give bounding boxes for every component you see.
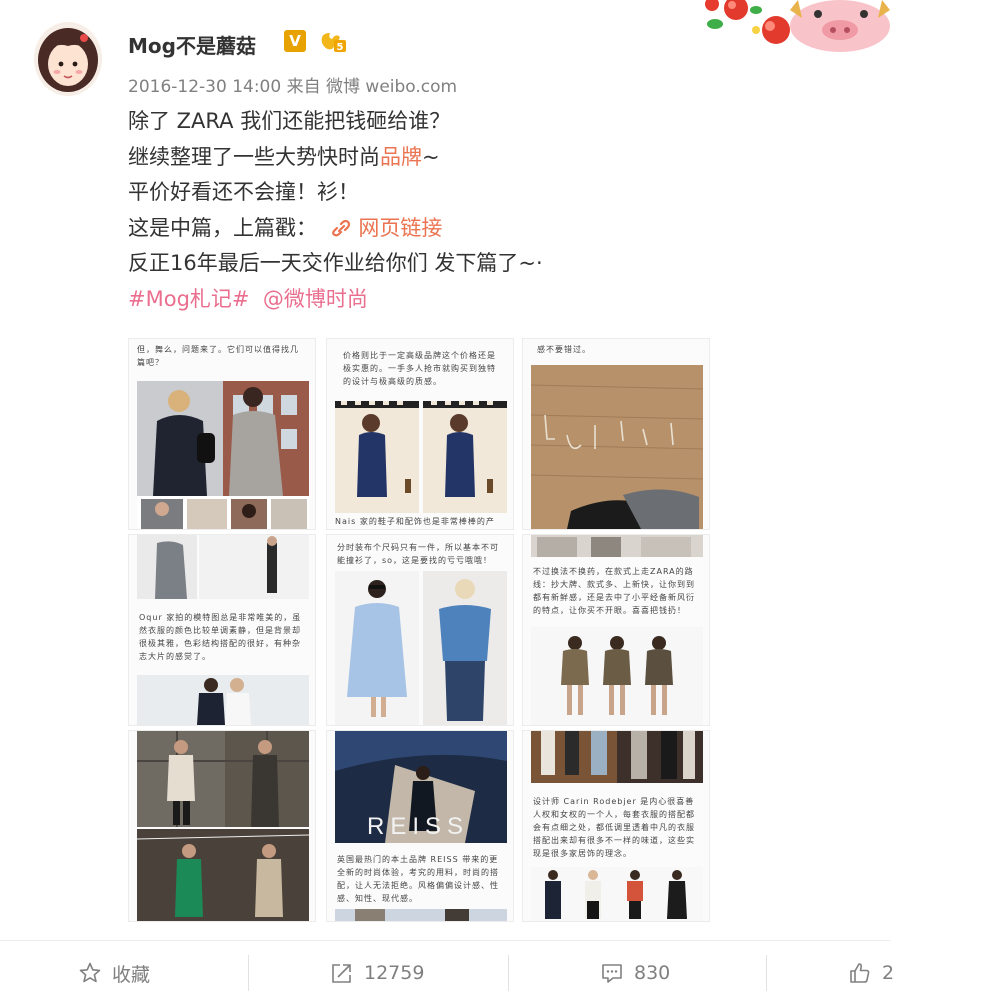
level-badge-icon[interactable]: 5	[318, 31, 348, 53]
post-line-6: #Mog札记# @微博时尚	[128, 282, 688, 318]
footer-divider	[0, 940, 890, 941]
post-timestamp[interactable]: 2016-12-30 14:00	[128, 77, 281, 97]
thumbs-up-icon	[850, 963, 870, 983]
weibo-post-card: Mog不是蘑菇 V 5 2016-12-30 14:00 来自 微博 weibo…	[0, 0, 1000, 1000]
comment-icon	[602, 964, 622, 983]
image-caption: Nais 家的鞋子和配饰也是非常棒棒的产	[335, 517, 495, 526]
image-caption: 价格则比于一定高级品牌这个价格还是极实惠的。一手多人抢市就购买到独特的设计与极高…	[343, 351, 496, 386]
image-tile-7[interactable]	[128, 730, 316, 922]
post-line-2-tail: ~	[422, 144, 440, 169]
footer-separator	[248, 955, 249, 991]
verified-badge[interactable]: V	[284, 30, 306, 52]
post-line-2-text: 继续整理了一些大势快时尚	[128, 144, 380, 169]
favorite-label: 收藏	[112, 963, 151, 986]
image-caption: 英国最热门的本土品牌 REISS 带来的更全新的时尚体验，考究的用料，时尚的搭配…	[337, 855, 499, 903]
fashion-photo-icon	[137, 535, 309, 599]
favorite-button[interactable]: 收藏	[78, 958, 150, 988]
image-tile-6[interactable]: 不过换法不换药，在款式上走ZARA的路线：抄大牌、款式多、上新快，让你到到都有新…	[522, 534, 710, 726]
web-link-label: 网页链接	[358, 215, 443, 240]
festive-decoration-icon	[705, 0, 890, 52]
post-source[interactable]: 来自 微博 weibo.com	[287, 77, 458, 97]
post-line-4: 这是中篇，上篇戳： 网页链接	[128, 211, 688, 247]
share-icon	[332, 964, 351, 983]
image-tile-1[interactable]: 但，舞么，问题来了。它们可以值得找几篇吧？	[128, 338, 316, 530]
image-caption: Oqur 家拍的模特图总是非常唯美的，虽然衣服的颜色比较单调素静，但是背景却很极…	[139, 613, 302, 661]
level-badge-text: 5	[337, 42, 344, 53]
post-line-2: 继续整理了一些大势快时尚品牌~	[128, 140, 688, 176]
fashion-photo-icon	[531, 731, 703, 783]
username[interactable]: Mog不是蘑菇	[128, 30, 256, 59]
footer-separator	[766, 955, 767, 991]
brand-link[interactable]: 品牌	[380, 145, 422, 169]
fashion-photo-icon	[531, 535, 703, 557]
image-caption: 不过换法不换药，在款式上走ZARA的路线：抄大牌、款式多、上新快，让你到到都有新…	[533, 567, 695, 615]
reiss-brand-logo: REISS	[367, 813, 470, 840]
image-caption: 但，舞么，问题来了。它们可以值得找几篇吧？	[137, 345, 299, 367]
post-line-5: 反正16年最后一天交作业给你们 发下篇了~·	[128, 251, 543, 275]
image-tile-3[interactable]: 感不要错过。	[522, 338, 710, 530]
post-body: 除了 ZARA 我们还能把钱砸给谁？ 继续整理了一些大势快时尚品牌~ 平价好看还…	[128, 104, 688, 317]
image-caption: 设计师 Carin Rodebjer 是内心很喜善人权和女权的一个人，每套衣服的…	[533, 797, 695, 858]
image-tile-4[interactable]: Oqur 家拍的模特图总是非常唯美的，虽然衣服的颜色比较单调素静，但是背景却很极…	[128, 534, 316, 726]
image-grid: 但，舞么，问题来了。它们可以值得找几篇吧？ 价格则比于一定高级品牌这个价格还是极…	[128, 338, 712, 924]
repost-count: 12759	[364, 962, 425, 984]
fashion-photo-icon	[335, 571, 507, 725]
link-icon	[332, 219, 351, 236]
fashion-photo-icon	[335, 909, 507, 921]
post-line-3: 平价好看还不会撞！衫！	[128, 180, 359, 204]
like-button[interactable]: 2	[848, 958, 894, 988]
post-meta: 2016-12-30 14:00 来自 微博 weibo.com	[128, 72, 457, 97]
fashion-photo-icon	[137, 381, 309, 529]
fashion-photo-icon	[137, 731, 309, 921]
like-count: 2	[882, 962, 895, 984]
image-tile-2[interactable]: 价格则比于一定高级品牌这个价格还是极实惠的。一手多人抢市就购买到独特的设计与极高…	[326, 338, 514, 530]
mention-link[interactable]: @微博时尚	[263, 287, 368, 311]
avatar-illustration-icon	[34, 22, 102, 96]
image-caption: 感不要错过。	[537, 345, 591, 354]
image-tile-5[interactable]: 分时装布个尺码只有一件，所以基本不可能撞衫了，so，这是要找的亏亏哦哦！	[326, 534, 514, 726]
comment-button[interactable]: 830	[600, 958, 670, 988]
image-tile-8[interactable]: REISS 英国最热门的本土品牌 REISS 带来的更全新的时尚体验，考究的用料…	[326, 730, 514, 922]
footer-separator	[508, 955, 509, 991]
post-line-4-text: 这是中篇，上篇戳：	[128, 215, 317, 240]
fashion-photo-icon	[531, 867, 703, 921]
avatar[interactable]	[34, 22, 102, 96]
image-tile-9[interactable]: 设计师 Carin Rodebjer 是内心很喜善人权和女权的一个人，每套衣服的…	[522, 730, 710, 922]
fashion-photo-icon	[335, 401, 507, 513]
comment-count: 830	[634, 962, 671, 984]
jewelry-photo-icon	[531, 365, 703, 529]
fashion-photo-icon	[137, 675, 309, 725]
repost-button[interactable]: 12759	[330, 958, 424, 988]
web-link[interactable]: 网页链接	[330, 216, 442, 240]
fashion-photo-icon	[531, 627, 703, 725]
image-caption: 分时装布个尺码只有一件，所以基本不可能撞衫了，so，这是要找的亏亏哦哦！	[337, 543, 499, 565]
star-icon	[79, 962, 101, 983]
post-line-1: 除了 ZARA 我们还能把钱砸给谁？	[128, 109, 451, 133]
topic-tag[interactable]: #Mog札记#	[128, 287, 250, 311]
